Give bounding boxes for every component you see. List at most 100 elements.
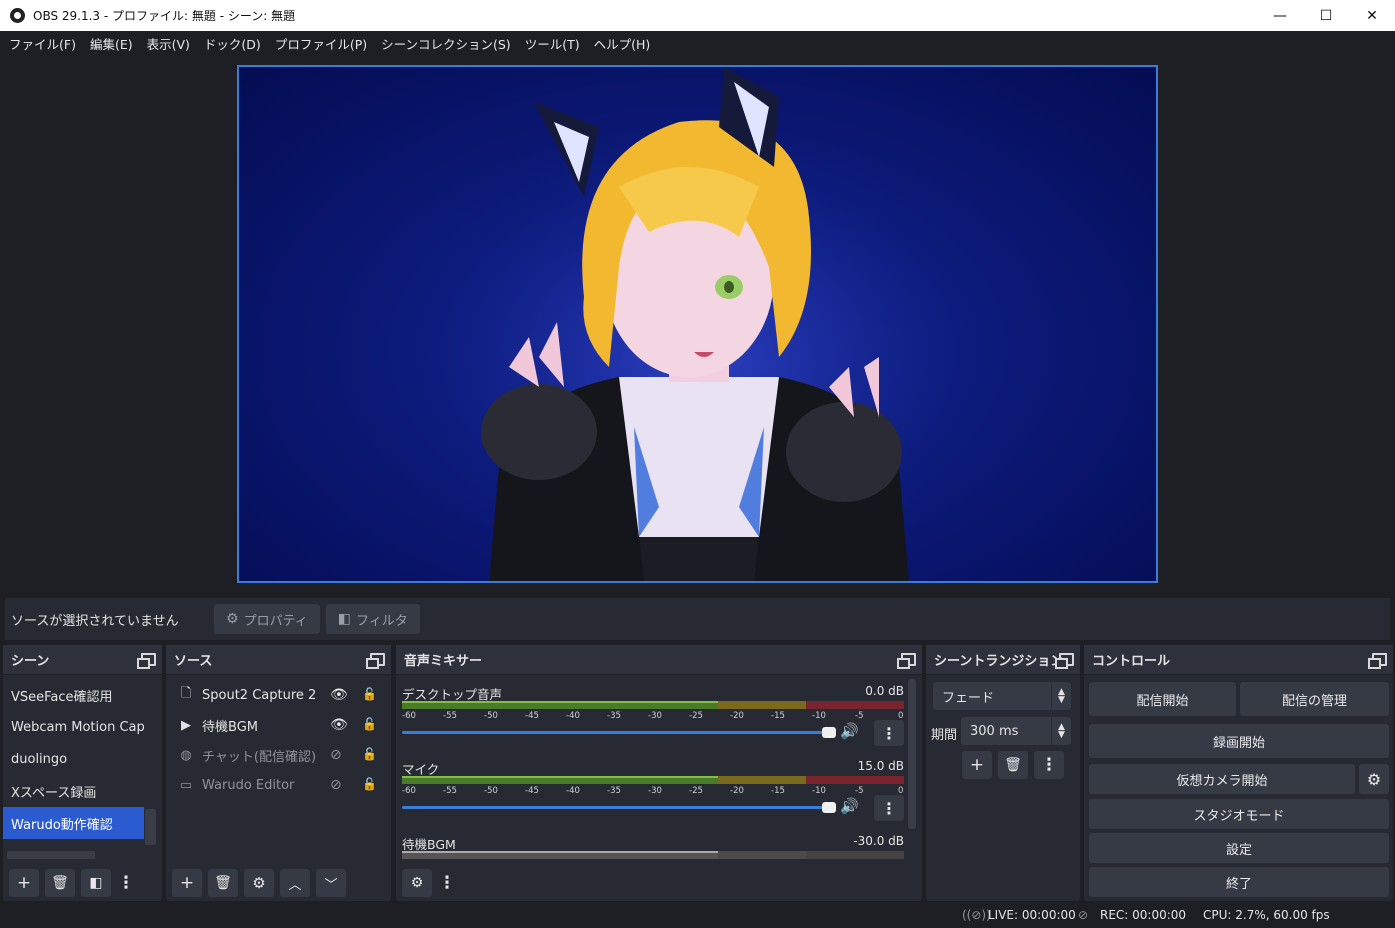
scene-list-horizontal-scrollbar[interactable] <box>7 851 95 859</box>
source-item[interactable]: 🗋 Spout2 Capture 2 👁 🔓 <box>166 680 391 710</box>
tick-label: -30 <box>648 711 662 721</box>
mixer-menu-button[interactable]: ⋮ <box>438 869 456 897</box>
scene-menu-button[interactable]: ⋮ <box>117 869 135 897</box>
menu-view[interactable]: 表示(V) <box>140 34 197 53</box>
tick-label: -25 <box>689 711 703 721</box>
tick-label: -10 <box>812 786 826 796</box>
add-source-button[interactable]: + <box>172 869 202 897</box>
lock-icon[interactable]: 🔓 <box>362 747 377 761</box>
sources-toolbar: + 🗑 ⚙ ︿ ﹀ <box>166 865 391 901</box>
duration-value: 300 ms <box>970 723 1019 739</box>
start-recording-button[interactable]: 録画開始 <box>1089 724 1389 758</box>
play-icon: ▶ <box>181 717 191 733</box>
globe-icon: ◍ <box>180 747 192 763</box>
spin-arrows-icon: ▲ ▼ <box>1051 717 1071 745</box>
minimize-button[interactable]: — <box>1257 0 1303 31</box>
scene-transitions-dock-title: シーントランジション <box>934 654 1064 669</box>
studio-mode-button[interactable]: スタジオモード <box>1089 799 1389 829</box>
settings-button[interactable]: 設定 <box>1089 833 1389 863</box>
eye-off-icon[interactable]: ⊘ <box>330 777 342 793</box>
properties-button[interactable]: ⚙ プロパティ <box>214 604 320 634</box>
eye-off-icon[interactable]: ⊘ <box>330 747 342 763</box>
speaker-icon[interactable]: 🔊 <box>840 722 859 740</box>
remove-transition-button[interactable]: 🗑 <box>998 751 1028 779</box>
duration-spinbox[interactable]: 300 ms ▲ ▼ <box>961 717 1071 745</box>
remove-scene-button[interactable]: 🗑 <box>45 869 75 897</box>
lock-icon[interactable]: 🔓 <box>362 717 377 731</box>
volume-slider[interactable] <box>402 802 836 813</box>
avatar-preview-image <box>399 67 999 581</box>
scene-item[interactable]: duolingo <box>3 743 144 775</box>
volume-slider-handle[interactable] <box>822 802 836 813</box>
more-vertical-icon: ⋮ <box>438 873 456 893</box>
filters-button[interactable]: ◧ フィルタ <box>325 604 420 634</box>
virtual-camera-settings-button[interactable]: ⚙ <box>1359 764 1389 794</box>
scene-list-vertical-scrollbar[interactable] <box>145 809 156 845</box>
maximize-button[interactable]: ☐ <box>1303 0 1349 31</box>
menu-edit[interactable]: 編集(E) <box>83 34 140 53</box>
exit-button[interactable]: 終了 <box>1089 867 1389 897</box>
start-virtual-camera-button[interactable]: 仮想カメラ開始 <box>1089 764 1355 794</box>
speaker-icon[interactable]: 🔊 <box>840 797 859 815</box>
menu-docks[interactable]: ドック(D) <box>197 34 268 53</box>
scene-item[interactable]: Xスペース録画 <box>3 775 144 807</box>
broadcast-off-icon: ((⊘)) <box>962 908 991 922</box>
scene-item[interactable]: Webcam Motion Capt <box>3 711 144 743</box>
scene-item[interactable]: VSeeFace確認用 <box>3 679 144 711</box>
menu-scene-collection[interactable]: シーンコレクション(S) <box>374 34 518 53</box>
menu-profile[interactable]: プロファイル(P) <box>268 34 374 53</box>
eye-icon[interactable]: 👁 <box>330 717 348 733</box>
move-source-down-button[interactable]: ﹀ <box>316 869 346 897</box>
menu-help[interactable]: ヘルプ(H) <box>587 34 658 53</box>
channel-volume-db: 15.0 dB <box>857 759 904 773</box>
add-scene-button[interactable]: + <box>9 869 39 897</box>
audio-mixer-dock-title: 音声ミキサー <box>404 654 483 669</box>
volume-meter <box>402 851 904 859</box>
menu-file[interactable]: ファイル(F) <box>2 34 83 53</box>
scenes-dock-title: シーン <box>11 654 50 669</box>
transition-select[interactable]: フェード ▲ ▼ <box>933 682 1071 710</box>
menu-tools[interactable]: ツール(T) <box>518 34 587 53</box>
volume-slider-handle[interactable] <box>822 727 836 738</box>
trash-icon: 🗑 <box>51 875 69 891</box>
window-icon: ▭ <box>179 777 193 793</box>
transition-menu-button[interactable]: ⋮ <box>1034 751 1064 779</box>
title-bar: OBS 29.1.3 - プロファイル: 無題 - シーン: 無題 — ☐ ✕ <box>0 0 1395 31</box>
advanced-audio-properties-button[interactable]: ⚙ <box>402 869 432 897</box>
meter-ticks: -60 -55 -50 -45 -40 -35 -30 -25 -20 -15 … <box>402 786 904 798</box>
scene-item-selected[interactable]: Warudo動作確認 <box>3 807 144 839</box>
window-controls: — ☐ ✕ <box>1257 0 1395 31</box>
undock-icon[interactable] <box>897 653 916 669</box>
mixer-scrollbar[interactable] <box>908 679 916 829</box>
lock-icon[interactable]: 🔓 <box>362 777 377 791</box>
channel-menu-button[interactable]: ⋮ <box>874 720 904 746</box>
undock-icon[interactable] <box>366 653 385 669</box>
undock-icon[interactable] <box>137 653 156 669</box>
preview-area <box>0 55 1395 597</box>
tick-label: -5 <box>855 711 864 721</box>
source-item[interactable]: ▭ Warudo Editor ⊘ 🔓 <box>166 770 391 800</box>
source-item[interactable]: ◍ チャット(配信確認) ⊘ 🔓 <box>166 740 391 770</box>
undock-icon[interactable] <box>1055 653 1074 669</box>
gear-icon: ⚙ <box>226 611 239 627</box>
volume-slider[interactable] <box>402 727 836 738</box>
preview-canvas[interactable] <box>237 65 1158 583</box>
source-properties-button[interactable]: ⚙ <box>244 869 274 897</box>
scenes-dock-header: シーン <box>3 645 162 675</box>
scene-filters-button[interactable]: ◧ <box>81 869 111 897</box>
audio-mixer-dock: 音声ミキサー デスクトップ音声 0.0 dB -60 -55 -50 -45 -… <box>396 645 922 901</box>
undock-icon[interactable] <box>1368 653 1387 669</box>
tick-label: -15 <box>771 786 785 796</box>
tick-label: -55 <box>443 786 457 796</box>
move-source-up-button[interactable]: ︿ <box>280 869 310 897</box>
lock-icon[interactable]: 🔓 <box>362 687 377 701</box>
source-item[interactable]: ▶ 待機BGM 👁 🔓 <box>166 710 391 740</box>
add-transition-button[interactable]: + <box>962 751 992 779</box>
manage-stream-button[interactable]: 配信の管理 <box>1240 682 1389 716</box>
sources-dock: ソース 🗋 Spout2 Capture 2 👁 🔓 ▶ 待機BGM 👁 🔓 ◍… <box>166 645 391 901</box>
channel-menu-button[interactable]: ⋮ <box>874 795 904 821</box>
remove-source-button[interactable]: 🗑 <box>208 869 238 897</box>
start-streaming-button[interactable]: 配信開始 <box>1089 682 1236 716</box>
close-button[interactable]: ✕ <box>1349 0 1395 31</box>
eye-icon[interactable]: 👁 <box>330 687 348 703</box>
